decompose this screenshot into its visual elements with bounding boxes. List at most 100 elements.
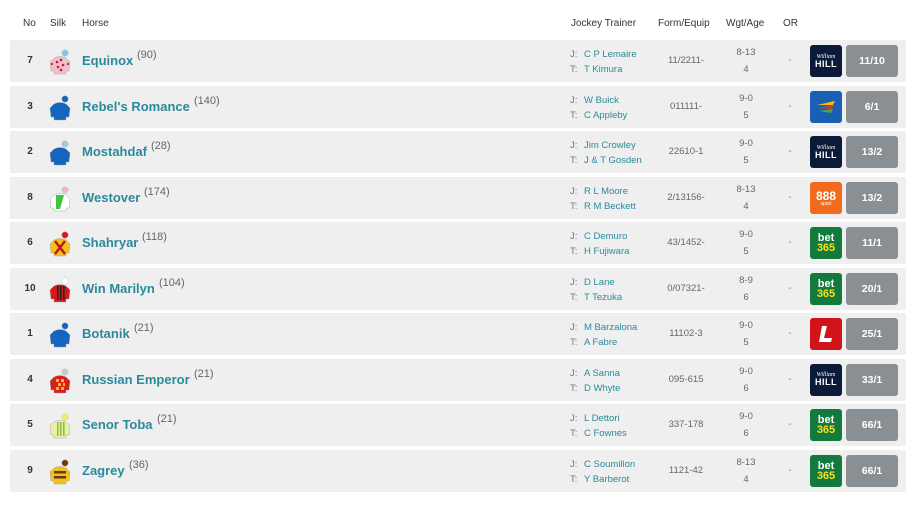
odds-button[interactable]: 66/1 <box>846 409 898 441</box>
trainer-label: T: <box>570 155 578 166</box>
table-header: No Silk Horse Jockey Trainer Form/Equip … <box>0 0 924 40</box>
age: 6 <box>743 428 749 439</box>
bookmaker-logo-button[interactable]: bet 365 <box>810 272 842 305</box>
official-rating: - <box>788 55 792 66</box>
trainer-link[interactable]: T Tezuka <box>584 292 622 303</box>
silk-icon <box>48 277 72 303</box>
trainer-link[interactable]: J & T Gosden <box>584 155 642 166</box>
silk-icon <box>48 322 72 348</box>
weight: 8-13 <box>736 47 756 58</box>
horse-name-link[interactable]: Russian Emperor <box>82 372 190 387</box>
horse-name-link[interactable]: Rebel's Romance <box>82 99 190 114</box>
runner-number: 1 <box>27 328 33 339</box>
runner-number: 7 <box>27 55 33 66</box>
trainer-label: T: <box>570 428 578 439</box>
jockey-link[interactable]: C P Lemaire <box>584 49 637 60</box>
trainer-link[interactable]: C Fownes <box>584 428 627 439</box>
jockey-label: J: <box>570 140 578 151</box>
jockey-label: J: <box>570 276 578 288</box>
trainer-label: T: <box>570 291 578 303</box>
bookie-logo-line2: HILL <box>815 58 837 69</box>
bookie-logo-line1: bet <box>817 459 835 472</box>
bookmaker-logo-button[interactable] <box>810 90 842 123</box>
trainer-link[interactable]: T Kimura <box>584 64 622 75</box>
silk-icon <box>48 95 72 121</box>
jockey-link[interactable]: R L Moore <box>584 186 628 197</box>
trainer-link[interactable]: C Appleby <box>584 110 627 121</box>
runner-number: 10 <box>24 282 36 294</box>
horse-name-link[interactable]: Senor Toba <box>82 417 153 432</box>
official-rating: - <box>788 146 792 157</box>
jockey-label: J: <box>570 231 578 242</box>
odds-button[interactable]: 13/2 <box>846 136 898 168</box>
odds-button[interactable]: 66/1 <box>846 454 898 487</box>
odds-button[interactable]: 6/1 <box>846 90 898 123</box>
horse-name-link[interactable]: Mostahdaf <box>82 144 147 159</box>
horse-name-link[interactable]: Equinox <box>82 53 133 68</box>
silk-icon <box>48 231 72 257</box>
table-row: 9 Zagrey (36) J: C Soumillon T: Y Barberot 1121… <box>10 449 906 492</box>
bookmaker-logo-button[interactable]: William HILL <box>810 45 842 77</box>
jockey-label: J: <box>570 49 578 60</box>
form-figures: 011111- <box>669 100 703 112</box>
odds-button[interactable]: 11/10 <box>846 45 898 77</box>
odds-button[interactable]: 11/1 <box>846 227 898 259</box>
odds-button[interactable]: 13/2 <box>846 181 898 214</box>
odds-button[interactable]: 33/1 <box>846 363 898 396</box>
weight: 9-0 <box>739 320 753 331</box>
horse-name-link[interactable]: Westover <box>82 190 140 205</box>
trainer-link[interactable]: R M Beckett <box>584 201 636 212</box>
odds-button[interactable]: 20/1 <box>846 272 898 305</box>
jockey-link[interactable]: A Sanna <box>584 368 620 379</box>
age: 5 <box>743 337 749 348</box>
bookmaker-logo-button[interactable]: bet 365 <box>810 409 842 441</box>
official-rating: - <box>788 191 792 203</box>
age: 6 <box>743 291 749 303</box>
jockey-link[interactable]: C Soumillon <box>584 459 635 470</box>
trainer-line: T: C Appleby <box>570 110 627 121</box>
official-rating: - <box>788 282 792 294</box>
horse-rating: (140) <box>194 94 220 107</box>
trainer-link[interactable]: H Fujiwara <box>584 246 629 257</box>
jockey-link[interactable]: Jim Crowley <box>584 140 636 151</box>
bookie-logo-line2: 365 <box>816 424 836 436</box>
age: 4 <box>743 473 749 485</box>
jockey-link[interactable]: M Barzalona <box>584 322 637 333</box>
jockey-link[interactable]: W Buick <box>584 95 619 106</box>
bookmaker-logo-button[interactable]: William HILL <box>810 136 842 168</box>
official-rating: - <box>788 237 792 248</box>
bookmaker-logo-button[interactable]: 888 sport <box>810 181 842 214</box>
trainer-link[interactable]: D Whyte <box>584 383 620 394</box>
trainer-line: T: T Tezuka <box>570 292 622 303</box>
table-row: 10 Win Marilyn (104) J: D Lane T: T Tezuka 0/07… <box>10 267 906 310</box>
jockey-label: J: <box>570 458 578 470</box>
horse-name-link[interactable]: Zagrey <box>82 463 125 478</box>
col-wgt-age: Wgt/Age <box>726 18 765 29</box>
trainer-label: T: <box>570 473 578 485</box>
trainer-line: T: J & T Gosden <box>570 155 642 166</box>
runner-number: 8 <box>27 191 33 203</box>
form-figures: 11102-3 <box>669 328 703 339</box>
bookmaker-logo-button[interactable] <box>810 318 842 350</box>
silk-icon <box>48 368 72 394</box>
form-figures: 337-178 <box>668 419 704 430</box>
horse-name-link[interactable]: Win Marilyn <box>82 281 155 296</box>
horse-name-link[interactable]: Shahryar <box>82 235 138 250</box>
bookmaker-logo-button[interactable]: bet 365 <box>810 454 842 487</box>
jockey-link[interactable]: D Lane <box>584 277 615 288</box>
table-row: 1 Botanik (21) J: M Barzalona T: A Fabre 11102-… <box>10 313 906 355</box>
col-form-equip: Form/Equip <box>658 18 710 29</box>
horse-rating: (118) <box>142 231 167 243</box>
trainer-link[interactable]: A Fabre <box>584 337 617 348</box>
bookmaker-logo-button[interactable]: bet 365 <box>810 227 842 259</box>
trainer-link[interactable]: Y Barberot <box>584 474 629 485</box>
table-row: 4 Russian Emperor (21) J: A Sanna T: D Whyte 09… <box>10 358 906 401</box>
silk-icon <box>48 49 72 75</box>
jockey-link[interactable]: L Dettori <box>584 413 620 424</box>
jockey-link[interactable]: C Demuro <box>584 231 627 242</box>
age: 5 <box>743 109 749 121</box>
bookmaker-logo-button[interactable]: William HILL <box>810 363 842 396</box>
odds-button[interactable]: 25/1 <box>846 318 898 350</box>
trainer-line: T: T Kimura <box>570 64 622 75</box>
horse-name-link[interactable]: Botanik <box>82 326 130 341</box>
